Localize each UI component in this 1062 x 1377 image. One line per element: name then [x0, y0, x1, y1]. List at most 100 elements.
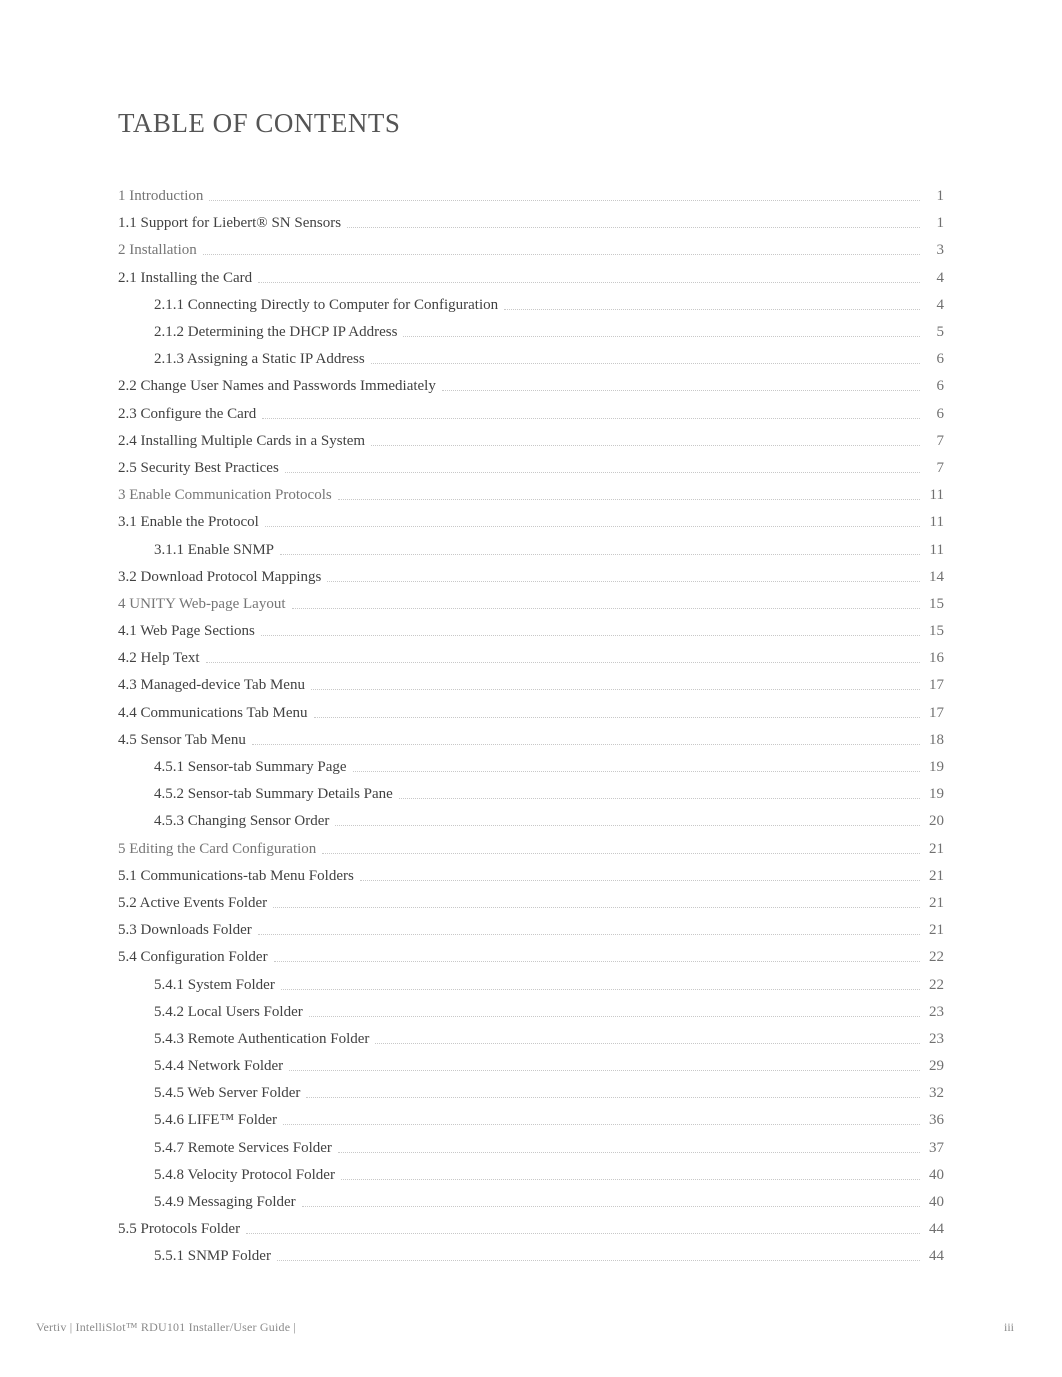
- toc-entry[interactable]: 4.5.3 Changing Sensor Order 20: [118, 808, 944, 835]
- toc-leader-dots: [281, 989, 920, 990]
- toc-entry[interactable]: 5.4.9 Messaging Folder 40: [118, 1189, 944, 1216]
- toc-entry-label: 5.4.1 System Folder: [154, 978, 275, 993]
- toc-entry[interactable]: 2.1.3 Assigning a Static IP Address 6: [118, 346, 944, 373]
- toc-entry[interactable]: 4.4 Communications Tab Menu17: [118, 700, 944, 727]
- toc-entry-page: 44: [926, 1222, 944, 1237]
- toc-entry[interactable]: 2.4 Installing Multiple Cards in a Syste…: [118, 428, 944, 455]
- toc-entry[interactable]: 5 Editing the Card Configuration21: [118, 836, 944, 863]
- toc-entry[interactable]: 2.1.2 Determining the DHCP IP Address 5: [118, 319, 944, 346]
- toc-entry[interactable]: 2.3 Configure the Card6: [118, 401, 944, 428]
- toc-leader-dots: [274, 961, 920, 962]
- toc-entry[interactable]: 4.5.2 Sensor-tab Summary Details Pane19: [118, 781, 944, 808]
- toc-leader-dots: [360, 880, 920, 881]
- toc-entry[interactable]: 4.3 Managed-device Tab Menu17: [118, 672, 944, 699]
- toc-entry[interactable]: 5.1 Communications-tab Menu Folders 21: [118, 863, 944, 890]
- toc-entry-page: 6: [926, 379, 944, 394]
- toc-leader-dots: [209, 200, 920, 201]
- toc-entry-label: 5.1 Communications-tab Menu Folders: [118, 869, 354, 884]
- toc-entry[interactable]: 1 Introduction1: [118, 183, 944, 210]
- toc-entry-label: 5.4.4 Network Folder: [154, 1059, 283, 1074]
- toc-entry-page: 36: [926, 1113, 944, 1128]
- toc-entry[interactable]: 4 UNITY Web-page Layout15: [118, 591, 944, 618]
- toc-entry[interactable]: 4.5 Sensor Tab Menu18: [118, 727, 944, 754]
- toc-entry-page: 1: [926, 189, 944, 204]
- toc-leader-dots: [327, 581, 920, 582]
- toc-leader-dots: [246, 1233, 920, 1234]
- toc-entry-label: 5.4.5 Web Server Folder: [154, 1086, 300, 1101]
- toc-entry-label: 5.5.1 SNMP Folder: [154, 1249, 271, 1264]
- toc-entry-label: 2.1.3 Assigning a Static IP Address: [154, 352, 365, 367]
- toc-leader-dots: [338, 1152, 920, 1153]
- toc-entry-page: 23: [926, 1005, 944, 1020]
- toc-entry-page: 37: [926, 1141, 944, 1156]
- toc-entry-label: 3.2 Download Protocol Mappings: [118, 570, 321, 585]
- toc-entry[interactable]: 3.1 Enable the Protocol11: [118, 509, 944, 536]
- toc-entry[interactable]: 5.4.6 LIFE™ Folder36: [118, 1107, 944, 1134]
- toc-leader-dots: [442, 390, 920, 391]
- toc-entry-label: 5.5 Protocols Folder: [118, 1222, 240, 1237]
- toc-entry-label: 4.5.3 Changing Sensor Order: [154, 814, 329, 829]
- toc-entry-label: 4.2 Help Text: [118, 651, 200, 666]
- toc-entry-label: 1.1 Support for Liebert® SN Sensors: [118, 216, 341, 231]
- toc-entry-page: 20: [926, 814, 944, 829]
- document-page: TABLE OF CONTENTS 1 Introduction11.1 Sup…: [0, 0, 1062, 1377]
- toc-entry-page: 5: [926, 325, 944, 340]
- toc-entry[interactable]: 1.1 Support for Liebert® SN Sensors 1: [118, 210, 944, 237]
- toc-leader-dots: [403, 336, 920, 337]
- toc-entry[interactable]: 3 Enable Communication Protocols 11: [118, 482, 944, 509]
- toc-entry-page: 21: [926, 869, 944, 884]
- toc-entry[interactable]: 2.1.1 Connecting Directly to Computer fo…: [118, 292, 944, 319]
- toc-entry[interactable]: 3.2 Download Protocol Mappings14: [118, 564, 944, 591]
- toc-entry[interactable]: 3.1.1 Enable SNMP11: [118, 536, 944, 563]
- toc-entry-label: 3 Enable Communication Protocols: [118, 488, 332, 503]
- page-footer: Vertiv | IntelliSlot™ RDU101 Installer/U…: [36, 1320, 1014, 1335]
- toc-leader-dots: [338, 499, 920, 500]
- toc-entry-label: 4.5.2 Sensor-tab Summary Details Pane: [154, 787, 393, 802]
- toc-leader-dots: [203, 254, 920, 255]
- toc-entry[interactable]: 5.4.5 Web Server Folder32: [118, 1080, 944, 1107]
- toc-entry[interactable]: 2.2 Change User Names and Passwords Imme…: [118, 373, 944, 400]
- toc-entry[interactable]: 5.4.7 Remote Services Folder 37: [118, 1135, 944, 1162]
- toc-entry[interactable]: 5.4.2 Local Users Folder23: [118, 999, 944, 1026]
- toc-leader-dots: [399, 798, 920, 799]
- toc-entry-page: 6: [926, 352, 944, 367]
- toc-leader-dots: [252, 744, 920, 745]
- page-title: TABLE OF CONTENTS: [118, 108, 944, 139]
- toc-entry-label: 2 Installation: [118, 243, 197, 258]
- toc-entry[interactable]: 4.1 Web Page Sections15: [118, 618, 944, 645]
- toc-entry[interactable]: 2.1 Installing the Card4: [118, 265, 944, 292]
- toc-entry-label: 5.4.7 Remote Services Folder: [154, 1141, 332, 1156]
- toc-entry-label: 4.3 Managed-device Tab Menu: [118, 678, 305, 693]
- toc-entry[interactable]: 5.2 Active Events Folder21: [118, 890, 944, 917]
- toc-entry-page: 1: [926, 216, 944, 231]
- toc-entry-label: 5.4.9 Messaging Folder: [154, 1195, 296, 1210]
- toc-entry-page: 11: [926, 488, 944, 503]
- toc-entry[interactable]: 5.4.8 Velocity Protocol Folder40: [118, 1162, 944, 1189]
- toc-entry-label: 3.1 Enable the Protocol: [118, 515, 259, 530]
- toc-entry[interactable]: 5.4 Configuration Folder22: [118, 944, 944, 971]
- toc-entry-label: 5.3 Downloads Folder: [118, 923, 252, 938]
- toc-leader-dots: [341, 1179, 920, 1180]
- toc-entry-label: 2.1.2 Determining the DHCP IP Address: [154, 325, 397, 340]
- toc-entry[interactable]: 5.4.4 Network Folder29: [118, 1053, 944, 1080]
- toc-entry-label: 2.3 Configure the Card: [118, 407, 256, 422]
- toc-entry-label: 4.1 Web Page Sections: [118, 624, 255, 639]
- toc-entry[interactable]: 5.5.1 SNMP Folder44: [118, 1243, 944, 1270]
- toc-entry[interactable]: 2.5 Security Best Practices7: [118, 455, 944, 482]
- toc-leader-dots: [504, 309, 920, 310]
- toc-entry[interactable]: 5.3 Downloads Folder21: [118, 917, 944, 944]
- toc-leader-dots: [292, 608, 921, 609]
- toc-entry[interactable]: 5.4.3 Remote Authentication Folder23: [118, 1026, 944, 1053]
- toc-entry-label: 5.2 Active Events Folder: [118, 896, 267, 911]
- toc-entry-page: 19: [926, 760, 944, 775]
- toc-entry-label: 4 UNITY Web-page Layout: [118, 597, 286, 612]
- toc-entry[interactable]: 2 Installation3: [118, 237, 944, 264]
- toc-entry[interactable]: 4.5.1 Sensor-tab Summary Page19: [118, 754, 944, 781]
- toc-entry-page: 21: [926, 842, 944, 857]
- toc-entry[interactable]: 5.5 Protocols Folder 44: [118, 1216, 944, 1243]
- toc-entry[interactable]: 4.2 Help Text16: [118, 645, 944, 672]
- toc-leader-dots: [273, 907, 920, 908]
- toc-entry-page: 40: [926, 1195, 944, 1210]
- toc-entry[interactable]: 5.4.1 System Folder22: [118, 971, 944, 998]
- toc-entry-label: 2.1 Installing the Card: [118, 271, 252, 286]
